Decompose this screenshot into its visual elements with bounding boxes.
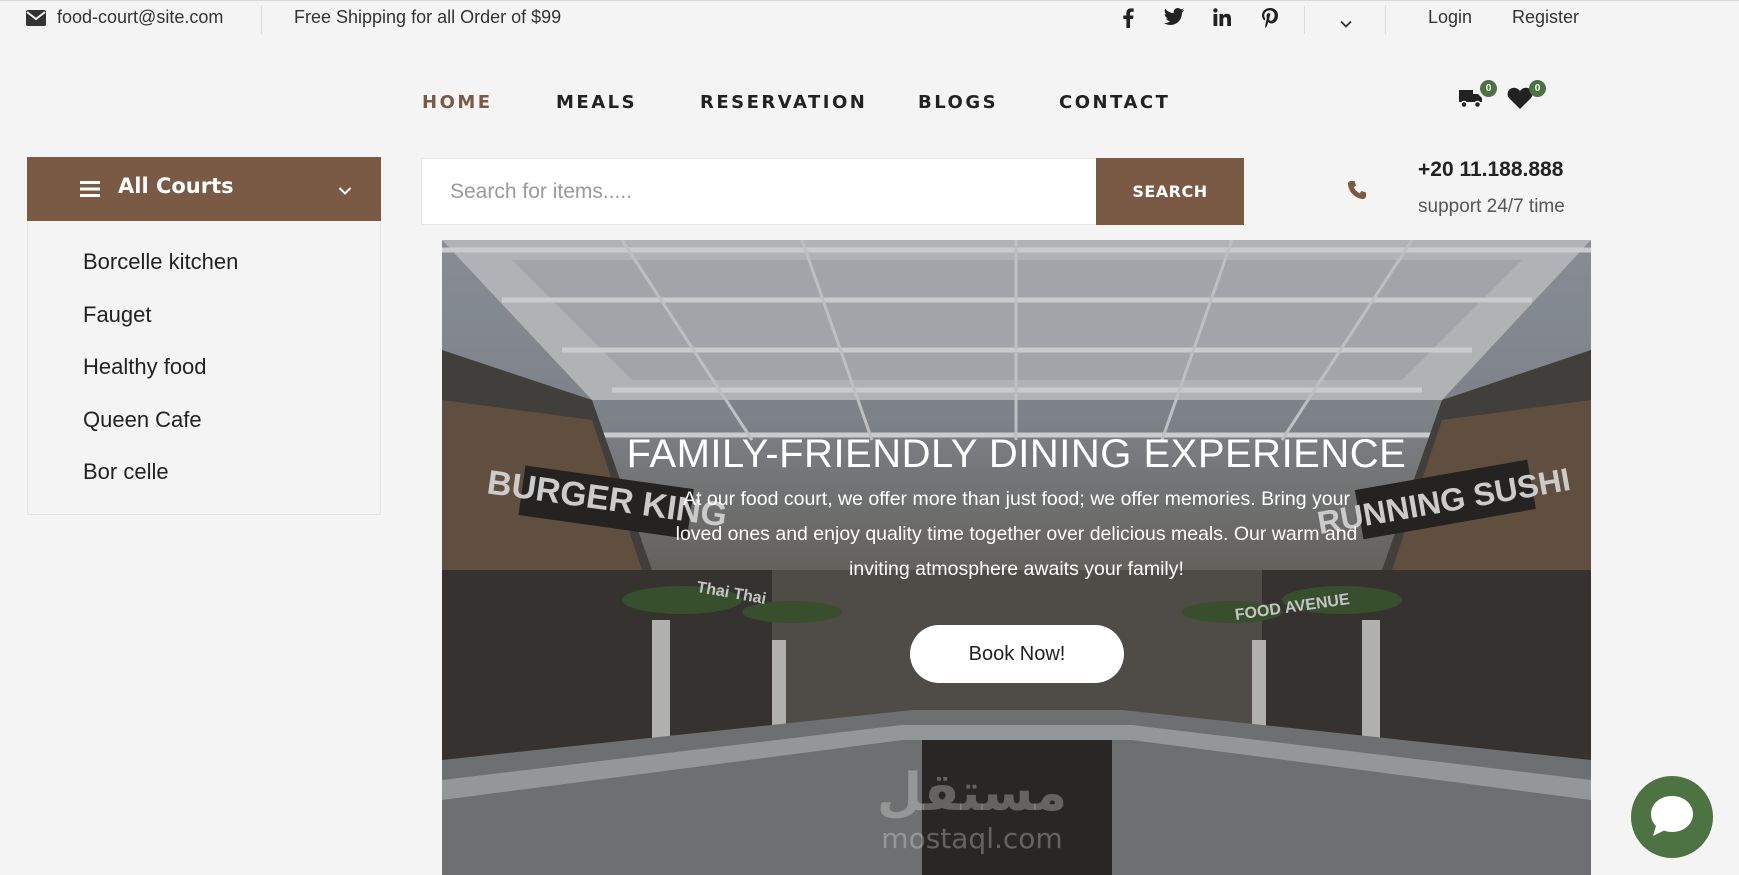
court-item[interactable]: Healthy food — [83, 354, 207, 380]
shipping-notice: Free Shipping for all Order of $99 — [294, 7, 562, 27]
support-phone[interactable]: +20 11.188.888 — [1418, 158, 1563, 182]
nav-reservation[interactable]: RESERVATION — [700, 92, 867, 113]
nav-meals[interactable]: MEALS — [556, 92, 637, 113]
all-courts-title: All Courts — [118, 174, 234, 198]
court-item[interactable]: Queen Cafe — [83, 407, 202, 433]
chevron-down-icon[interactable] — [1340, 12, 1352, 33]
cart-count-badge: 0 — [1480, 80, 1497, 97]
nav-blogs[interactable]: BLOGS — [918, 92, 998, 113]
register-link[interactable]: Register — [1512, 7, 1579, 28]
contact-email[interactable]: food-court@site.com — [57, 7, 223, 28]
twitter-icon[interactable] — [1163, 8, 1185, 30]
wishlist-button[interactable]: 0 — [1507, 80, 1546, 114]
watermark-arabic: مستقل — [877, 763, 1067, 823]
top-bar: food-court@site.com Free Shipping for al… — [0, 4, 1739, 34]
facebook-icon[interactable] — [1117, 8, 1139, 30]
wishlist-count-badge: 0 — [1529, 80, 1546, 97]
divider — [1385, 6, 1386, 34]
chat-button[interactable] — [1631, 776, 1713, 858]
nav-contact[interactable]: CONTACT — [1059, 92, 1170, 113]
mail-icon — [26, 10, 46, 31]
support-subtitle: support 24/7 time — [1418, 196, 1565, 217]
court-item[interactable]: Borcelle kitchen — [83, 249, 238, 275]
login-link[interactable]: Login — [1428, 7, 1472, 28]
chat-bubble-icon — [1651, 796, 1693, 836]
divider — [261, 6, 262, 34]
all-courts-dropdown[interactable]: All Courts — [27, 157, 381, 221]
divider — [1304, 6, 1305, 34]
hero-banner: BURGER KING RUNNING SUSHI FOOD AVENUE Th… — [442, 240, 1591, 875]
search-button[interactable]: SEARCH — [1096, 158, 1244, 225]
hero-title: FAMILY-FRIENDLY DINING EXPERIENCE — [626, 432, 1407, 476]
pinterest-icon[interactable] — [1259, 8, 1281, 30]
hero-description: At our food court, we offer more than ju… — [675, 488, 1358, 580]
watermark-latin: mostaql.com — [881, 822, 1062, 855]
cart-button[interactable]: 0 — [1458, 80, 1497, 114]
courts-list: Borcelle kitchen Fauget Healthy food Que… — [27, 221, 381, 515]
chevron-down-icon — [338, 181, 352, 200]
court-item[interactable]: Bor celle — [83, 459, 169, 485]
linkedin-icon[interactable] — [1211, 8, 1233, 30]
court-item[interactable]: Fauget — [83, 302, 152, 328]
page: food-court@site.com Free Shipping for al… — [0, 0, 1739, 875]
phone-icon — [1347, 180, 1367, 204]
book-now-button[interactable]: Book Now! — [910, 625, 1124, 683]
menu-icon — [80, 181, 100, 201]
search-input[interactable] — [421, 158, 1097, 225]
nav-home[interactable]: HOME — [422, 92, 493, 113]
